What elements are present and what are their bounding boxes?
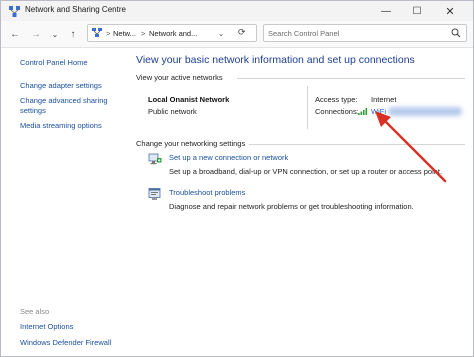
up-arrow-icon: ↑ <box>70 28 76 40</box>
address-dropdown-icon[interactable]: ⌄ <box>218 29 224 38</box>
maximize-button[interactable]: ☐ <box>402 1 432 21</box>
close-button[interactable]: ✕ <box>435 1 465 21</box>
forward-button[interactable]: → <box>28 25 44 43</box>
minimize-icon: — <box>381 5 391 17</box>
maximize-icon: ☐ <box>412 5 422 17</box>
window: Network and Sharing Centre — ☐ ✕ ← → ⌄ ↑… <box>0 0 474 357</box>
sidebar-item-control-panel-home[interactable]: Control Panel Home <box>20 58 120 68</box>
minimize-button[interactable]: — <box>371 1 401 21</box>
sidebar-item-change-adapter-settings[interactable]: Change adapter settings <box>20 81 120 91</box>
access-type-label: Access type: <box>315 95 358 104</box>
recent-locations-button[interactable]: ⌄ <box>47 25 63 43</box>
network-category: Public network <box>148 107 197 116</box>
back-button[interactable]: ← <box>7 25 23 43</box>
close-icon: ✕ <box>445 5 455 18</box>
forward-arrow-icon: → <box>31 28 41 40</box>
main-content: View your basic network information and … <box>129 48 473 356</box>
see-also-heading: See also <box>20 307 50 316</box>
search-icon[interactable] <box>451 28 461 38</box>
breadcrumb-separator: > <box>141 29 146 38</box>
setup-connection-link[interactable]: Set up a new connection or network <box>169 153 288 162</box>
sidebar: Control Panel Home Change adapter settin… <box>1 48 129 356</box>
search-input[interactable] <box>268 27 444 39</box>
sidebar-item-media-streaming[interactable]: Media streaming options <box>20 121 120 131</box>
connections-label: Connections: <box>315 107 359 116</box>
navigation-bar: ← → ⌄ ↑ > Netw... > Network and... ⌄ ⟳ <box>1 21 473 48</box>
search-box[interactable] <box>263 24 467 42</box>
wifi-signal-icon <box>358 108 368 115</box>
network-name: Local Onanist Network <box>148 95 230 104</box>
networking-settings-heading: Change your networking settings <box>136 139 246 148</box>
network-setup-icon <box>148 153 162 165</box>
section-divider <box>237 78 465 79</box>
network-app-icon <box>9 6 20 17</box>
refresh-icon[interactable]: ⟳ <box>238 27 246 38</box>
access-type-value: Internet <box>371 95 397 104</box>
window-title: Network and Sharing Centre <box>25 5 126 14</box>
chevron-down-icon: ⌄ <box>51 29 59 39</box>
title-bar: Network and Sharing Centre — ☐ ✕ <box>1 1 473 21</box>
address-bar[interactable]: > Netw... > Network and... ⌄ ⟳ <box>87 24 257 42</box>
annotation-arrow-icon <box>375 111 447 183</box>
troubleshoot-link[interactable]: Troubleshoot problems <box>169 188 245 197</box>
vertical-divider <box>307 86 308 129</box>
sidebar-item-windows-defender-firewall[interactable]: Windows Defender Firewall <box>20 338 135 348</box>
breadcrumb-item[interactable]: Network and... <box>149 29 197 38</box>
back-arrow-icon: ← <box>10 28 20 40</box>
troubleshoot-icon <box>148 188 161 200</box>
active-networks-heading: View your active networks <box>136 73 223 82</box>
network-icon <box>92 28 102 37</box>
breadcrumb-item[interactable]: Netw... <box>113 29 136 38</box>
sidebar-item-internet-options[interactable]: Internet Options <box>20 322 120 332</box>
sidebar-item-change-advanced-sharing[interactable]: Change advanced sharing settings <box>20 96 115 116</box>
page-title: View your basic network information and … <box>136 54 415 66</box>
troubleshoot-description: Diagnose and repair network problems or … <box>169 202 414 211</box>
breadcrumb-separator: > <box>106 29 111 38</box>
up-button[interactable]: ↑ <box>65 25 81 43</box>
